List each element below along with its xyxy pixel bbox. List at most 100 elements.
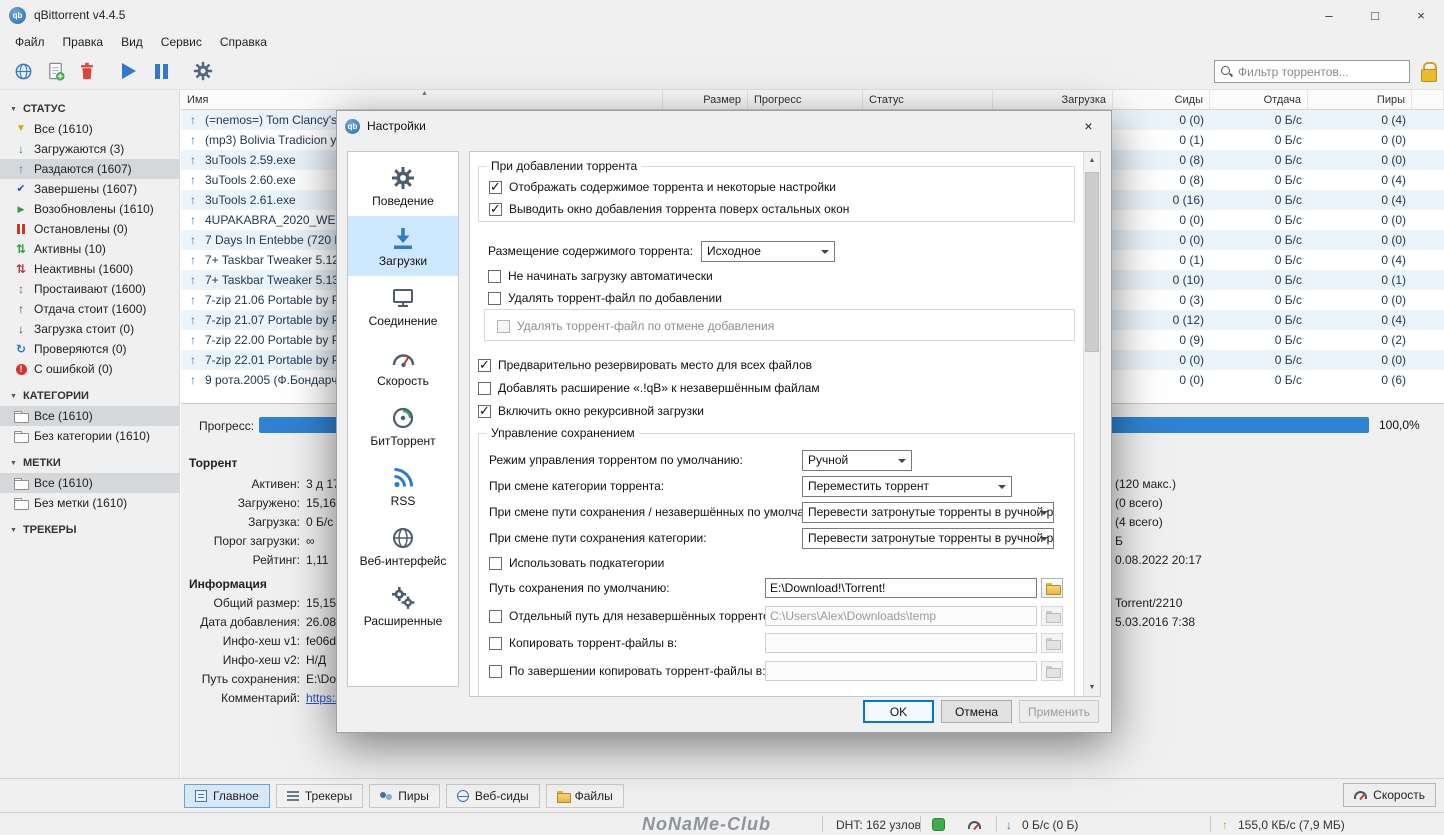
speed-widget-button[interactable]: Скорость: [1343, 783, 1436, 807]
column-header-download[interactable]: Загрузка: [993, 90, 1113, 109]
keep-on-top-checkbox[interactable]: [489, 201, 502, 217]
tab-webseeds[interactable]: Веб-сиды: [445, 783, 540, 808]
settings-nav-webui[interactable]: Веб-интерфейс: [348, 516, 458, 576]
status-section-header[interactable]: ▼ СТАТУС: [0, 98, 179, 119]
column-header-progress[interactable]: Прогресс: [748, 90, 863, 109]
copy-finished-checkbox[interactable]: [489, 664, 502, 678]
connection-icon: [390, 284, 416, 311]
categories-section-header[interactable]: ▼ КАТЕГОРИИ: [0, 385, 179, 406]
sidebar-status-downloading[interactable]: Загружаются (3): [0, 139, 179, 159]
sidebar-status-stopped[interactable]: Остановлены (0): [0, 219, 179, 239]
delete-torrent-file-checkbox[interactable]: [488, 291, 501, 305]
tags-section-header[interactable]: ▼ МЕТКИ: [0, 452, 179, 473]
settings-nav-advanced[interactable]: Расширенные: [348, 576, 458, 636]
close-button[interactable]: ×: [1398, 0, 1444, 30]
sidebar-status-inactive[interactable]: Неактивны (1600): [0, 259, 179, 279]
sidebar-status-all[interactable]: Все (1610): [0, 119, 179, 139]
tab-peers[interactable]: Пиры: [369, 783, 440, 808]
settings-nav-bittorrent[interactable]: БитТоррент: [348, 396, 458, 456]
minimize-button[interactable]: –: [1306, 0, 1352, 30]
scroll-down-button[interactable]: ▼: [1084, 679, 1100, 696]
sidebar-tag-untagged[interactable]: Без метки (1610): [0, 493, 179, 513]
column-header-upload[interactable]: Отдача: [1210, 90, 1308, 109]
content-layout-select[interactable]: Исходное: [701, 240, 836, 262]
show-torrent-content-checkbox[interactable]: [489, 179, 502, 195]
sidebar-status-stalled-downloading[interactable]: Загрузка стоит (0): [0, 319, 179, 339]
qbittorrent-window: qb qBittorrent v4.4.5 – □ × Файл Правка …: [0, 0, 1444, 835]
menu-edit[interactable]: Правка: [54, 32, 113, 52]
sidebar-item-label: Загрузка стоит (0): [34, 322, 135, 336]
menu-tools[interactable]: Сервис: [152, 32, 211, 52]
sidebar-status-seeding[interactable]: Раздаются (1607): [0, 159, 179, 179]
save-path-changed-select[interactable]: Перевести затронутые торренты в ручной р: [802, 501, 1054, 523]
sidebar-status-active[interactable]: Активны (10): [0, 239, 179, 259]
category-path-changed-select[interactable]: Перевести затронутые торренты в ручной р: [802, 527, 1054, 549]
noname-club-watermark: NoNaMe-Club: [642, 814, 771, 834]
column-header-seeds[interactable]: Сиды: [1113, 90, 1210, 109]
seeding-state-icon: [186, 274, 200, 286]
connection-status-icon[interactable]: [932, 818, 945, 831]
settings-nav-behavior[interactable]: Поведение: [348, 156, 458, 216]
sidebar-status-stalled-uploading[interactable]: Отдача стоит (1600): [0, 299, 179, 319]
browse-save-path-button[interactable]: [1041, 578, 1063, 598]
column-header-name[interactable]: Имя ▲: [181, 90, 663, 109]
sidebar-status-stalled[interactable]: Простаивают (1600): [0, 279, 179, 299]
torrent-filter-input[interactable]: [1238, 64, 1403, 79]
menu-file[interactable]: Файл: [6, 32, 54, 52]
seeding-state-icon: [186, 294, 200, 306]
column-header-size[interactable]: Размер: [663, 90, 748, 109]
folder-icon: [1045, 637, 1061, 650]
incomplete-path-checkbox[interactable]: [489, 609, 502, 623]
tab-files[interactable]: Файлы: [545, 783, 624, 808]
default-save-path-input[interactable]: [765, 578, 1037, 598]
folder-icon: [1045, 665, 1061, 678]
dialog-titlebar: qb Настройки: [337, 111, 1111, 141]
options-button[interactable]: [188, 57, 218, 85]
settings-nav-connection[interactable]: Соединение: [348, 276, 458, 336]
copy-torrent-checkbox[interactable]: [489, 636, 502, 650]
category-changed-select[interactable]: Переместить торрент: [802, 475, 1012, 497]
add-torrent-link-button[interactable]: [8, 57, 38, 85]
dont-start-automatically-checkbox[interactable]: [488, 269, 501, 283]
behavior-gear-icon: [391, 164, 415, 191]
delete-cancelled-frame: Удалять торрент-файл по отмене добавлени…: [484, 309, 1075, 341]
column-header-peers[interactable]: Пиры: [1308, 90, 1412, 109]
sidebar-status-checking[interactable]: Проверяются (0): [0, 339, 179, 359]
scrollbar-thumb[interactable]: [1085, 172, 1099, 352]
cancel-button[interactable]: Отмена: [940, 700, 1012, 723]
sidebar-status-errored[interactable]: С ошибкой (0): [0, 359, 179, 379]
scroll-up-button[interactable]: ▲: [1084, 152, 1100, 169]
ok-button[interactable]: OK: [862, 700, 934, 723]
sidebar-status-resumed[interactable]: Возобновлены (1610): [0, 199, 179, 219]
sidebar-tag-all[interactable]: Все (1610): [0, 473, 179, 493]
settings-nav-downloads[interactable]: Загрузки: [348, 216, 458, 276]
resume-button[interactable]: [114, 57, 144, 85]
tmm-select[interactable]: Ручной: [802, 449, 912, 471]
recursive-download-checkbox[interactable]: [478, 403, 491, 419]
lock-icon[interactable]: [1421, 62, 1437, 82]
trackers-section-header[interactable]: ▼ ТРЕКЕРЫ: [0, 519, 179, 540]
column-header-status[interactable]: Статус: [863, 90, 993, 109]
peers-tab-icon: [380, 790, 393, 802]
browse-copy-torrent-button: [1041, 633, 1063, 653]
settings-nav-rss[interactable]: RSS: [348, 456, 458, 516]
preallocate-checkbox[interactable]: [478, 357, 491, 373]
add-torrent-file-button[interactable]: [40, 57, 70, 85]
sidebar-category-uncategorized[interactable]: Без категории (1610): [0, 426, 179, 446]
sidebar-category-all[interactable]: Все (1610): [0, 406, 179, 426]
subcategories-checkbox[interactable]: [489, 556, 502, 570]
pause-button[interactable]: [146, 57, 176, 85]
tab-trackers[interactable]: Трекеры: [275, 783, 364, 808]
alt-speed-icon[interactable]: [968, 821, 981, 829]
incomplete-extension-checkbox[interactable]: [478, 381, 491, 395]
sidebar-status-completed[interactable]: Завершены (1607): [0, 179, 179, 199]
delete-torrent-button[interactable]: [72, 57, 102, 85]
menu-help[interactable]: Справка: [211, 32, 276, 52]
maximize-button[interactable]: □: [1352, 0, 1398, 30]
dialog-close-button[interactable]: ×: [1066, 111, 1111, 141]
tab-general[interactable]: Главное: [184, 783, 270, 808]
stopped-icon: [14, 224, 28, 234]
settings-nav-speed[interactable]: Скорость: [348, 336, 458, 396]
menu-view[interactable]: Вид: [112, 32, 152, 52]
when-adding-group: При добавлении торрента Отображать содер…: [478, 159, 1075, 222]
